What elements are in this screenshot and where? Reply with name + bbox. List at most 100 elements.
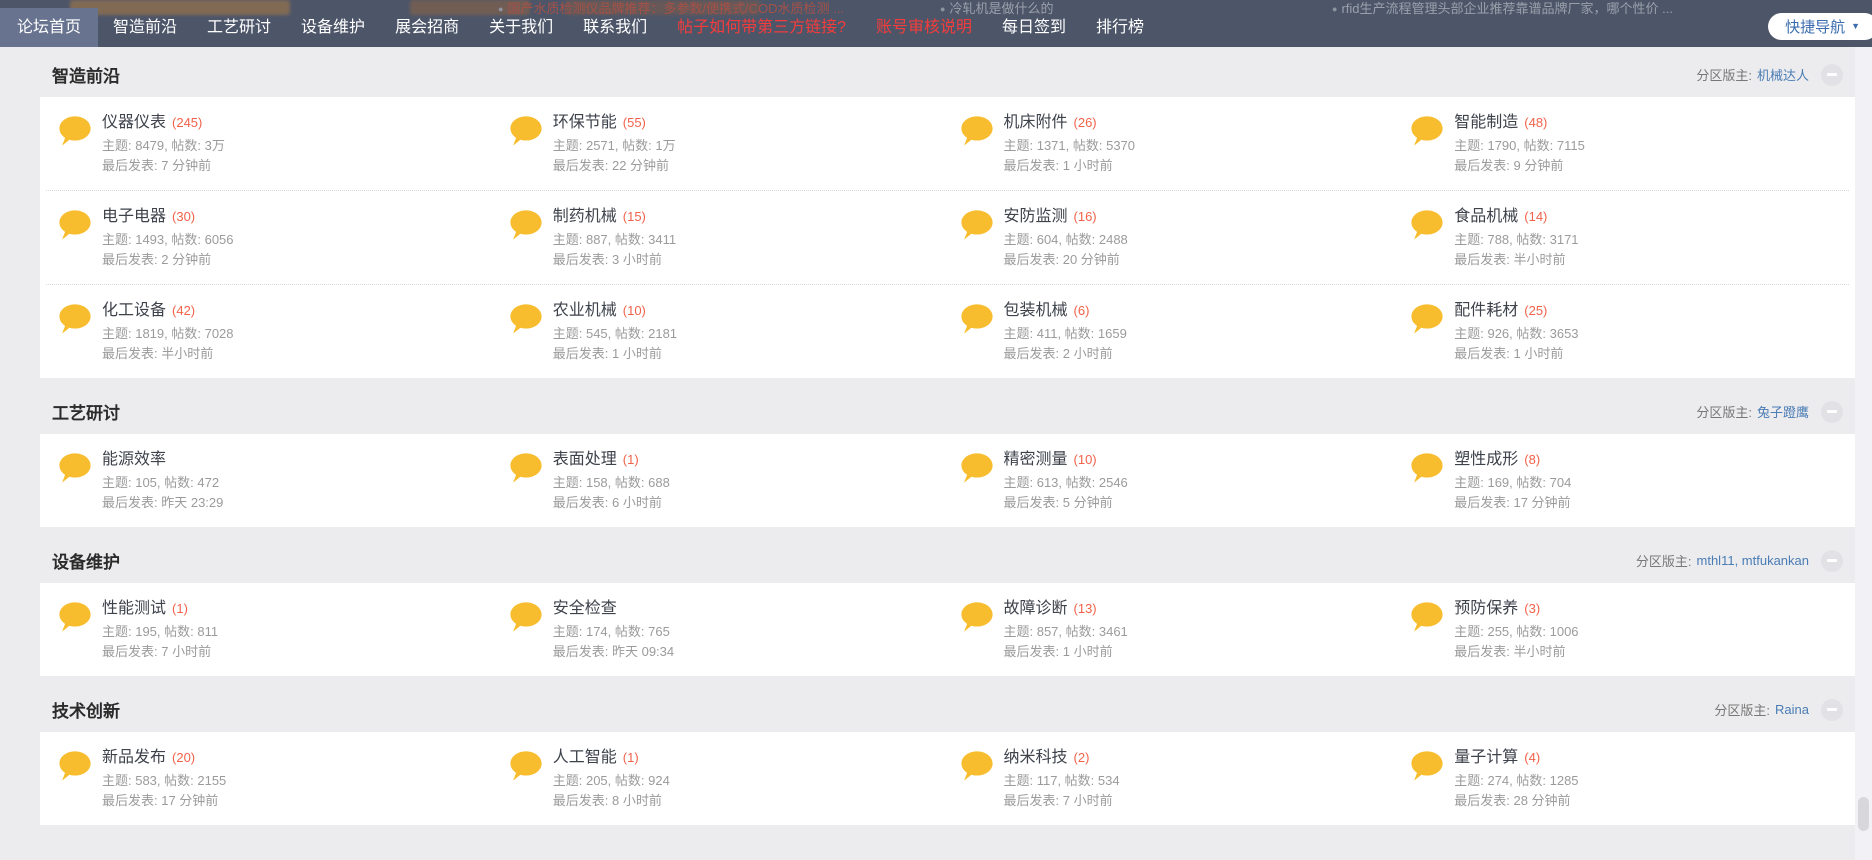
forum-item: 预防保养(3)主题: 255, 帖数: 1006最后发表: 半小时前: [1398, 598, 1849, 662]
section-title[interactable]: 工艺研讨: [52, 399, 120, 424]
forum-bubble-icon: [509, 600, 543, 636]
forum-item: 能源效率主题: 105, 帖数: 472最后发表: 昨天 23:29: [46, 449, 497, 513]
forum-link[interactable]: 配件耗材: [1454, 302, 1518, 319]
forum-new-count: (26): [1074, 115, 1097, 130]
forum-stats: 主题: 1790, 帖数: 7115: [1454, 136, 1585, 156]
forum-link[interactable]: 表面处理: [553, 451, 617, 468]
forum-link[interactable]: 智能制造: [1454, 114, 1518, 131]
forum-link[interactable]: 塑性成形: [1454, 451, 1518, 468]
forum-item: 性能测试(1)主题: 195, 帖数: 811最后发表: 7 小时前: [46, 598, 497, 662]
forum-last-post: 最后发表: 7 小时前: [102, 642, 218, 662]
forum-bubble-icon: [58, 208, 92, 244]
scrollbar-thumb[interactable]: [1858, 797, 1869, 831]
forum-link[interactable]: 人工智能: [553, 749, 617, 766]
forum-link[interactable]: 仪器仪表: [102, 114, 166, 131]
nav-item-6[interactable]: 联系我们: [568, 8, 662, 47]
forum-link[interactable]: 环保节能: [553, 114, 617, 131]
forum-stats: 主题: 1819, 帖数: 7028: [102, 324, 234, 344]
forum-link[interactable]: 安全检查: [553, 600, 617, 617]
forum-stats: 主题: 158, 帖数: 688: [553, 473, 670, 493]
collapse-section-button[interactable]: [1821, 64, 1843, 86]
forum-item: 化工设备(42)主题: 1819, 帖数: 7028最后发表: 半小时前: [46, 300, 497, 364]
forum-bubble-icon: [960, 451, 994, 487]
forum-new-count: (1): [623, 452, 639, 467]
section-title[interactable]: 智造前沿: [52, 62, 120, 87]
nav-item-8[interactable]: 账号审核说明: [861, 8, 987, 47]
nav-item-1[interactable]: 智造前沿: [98, 8, 192, 47]
forum-bubble-icon: [960, 208, 994, 244]
section-title[interactable]: 设备维护: [52, 548, 120, 573]
moderator-label: 分区版主:: [1714, 700, 1770, 719]
section-title[interactable]: 技术创新: [52, 697, 120, 722]
forum-stats: 主题: 583, 帖数: 2155: [102, 771, 226, 791]
forum-link[interactable]: 电子电器: [102, 208, 166, 225]
forum-link[interactable]: 化工设备: [102, 302, 166, 319]
forum-bubble-icon: [960, 302, 994, 338]
forum-section: 设备维护分区版主:mthl11, mtfukankan性能测试(1)主题: 19…: [40, 533, 1855, 676]
forum-link[interactable]: 机床附件: [1004, 114, 1068, 131]
forum-new-count: (245): [172, 115, 202, 130]
moderator-link[interactable]: 机械达人: [1757, 65, 1809, 84]
forum-link[interactable]: 故障诊断: [1004, 600, 1068, 617]
forum-new-count: (1): [623, 750, 639, 765]
forum-link[interactable]: 能源效率: [102, 451, 166, 468]
moderator-label: 分区版主:: [1696, 402, 1752, 421]
forum-last-post: 最后发表: 17 分钟前: [102, 791, 226, 811]
forum-link[interactable]: 农业机械: [553, 302, 617, 319]
collapse-section-button[interactable]: [1821, 699, 1843, 721]
nav-item-9[interactable]: 每日签到: [987, 8, 1081, 47]
moderator-link[interactable]: Raina: [1775, 702, 1809, 717]
forum-last-post: 最后发表: 半小时前: [1454, 642, 1578, 662]
forum-last-post: 最后发表: 半小时前: [1454, 250, 1578, 270]
forum-link[interactable]: 纳米科技: [1004, 749, 1068, 766]
forum-link[interactable]: 包装机械: [1004, 302, 1068, 319]
forum-link[interactable]: 性能测试: [102, 600, 166, 617]
forum-new-count: (8): [1524, 452, 1540, 467]
chevron-down-icon: ▼: [1851, 22, 1860, 31]
forum-last-post: 最后发表: 2 分钟前: [102, 250, 234, 270]
forum-new-count: (10): [623, 303, 646, 318]
minus-icon: [1827, 73, 1837, 76]
forum-bubble-icon: [58, 451, 92, 487]
forum-sections-container: 智造前沿分区版主:机械达人仪器仪表(245)主题: 8479, 帖数: 3万最后…: [40, 47, 1855, 825]
forum-last-post: 最后发表: 3 小时前: [553, 250, 676, 270]
forum-stats: 主题: 2571, 帖数: 1万: [553, 136, 676, 156]
forum-item: 新品发布(20)主题: 583, 帖数: 2155最后发表: 17 分钟前: [46, 747, 497, 811]
forum-link[interactable]: 预防保养: [1454, 600, 1518, 617]
forum-link[interactable]: 量子计算: [1454, 749, 1518, 766]
nav-item-2[interactable]: 工艺研讨: [192, 8, 286, 47]
forum-item: 环保节能(55)主题: 2571, 帖数: 1万最后发表: 22 分钟前: [497, 112, 948, 176]
nav-item-7[interactable]: 帖子如何带第三方链接?: [662, 8, 861, 47]
forum-bubble-icon: [1410, 600, 1444, 636]
forum-link[interactable]: 制药机械: [553, 208, 617, 225]
nav-item-0[interactable]: 论坛首页: [0, 8, 98, 47]
collapse-section-button[interactable]: [1821, 550, 1843, 572]
moderator-link[interactable]: mthl11, mtfukankan: [1697, 553, 1809, 568]
forum-link[interactable]: 安防监测: [1004, 208, 1068, 225]
forum-item: 制药机械(15)主题: 887, 帖数: 3411最后发表: 3 小时前: [497, 206, 948, 270]
forum-new-count: (55): [623, 115, 646, 130]
moderator-link[interactable]: 兔子蹬鹰: [1757, 402, 1809, 421]
forum-item: 纳米科技(2)主题: 117, 帖数: 534最后发表: 7 小时前: [948, 747, 1399, 811]
forum-bubble-icon: [58, 749, 92, 785]
top-nav-bar: ●国产水质检测仪品牌推荐：多参数/便携式/COD水质检测 ... ●冷轧机是做什…: [0, 0, 1872, 47]
forum-section: 智造前沿分区版主:机械达人仪器仪表(245)主题: 8479, 帖数: 3万最后…: [40, 47, 1855, 378]
forum-new-count: (6): [1074, 303, 1090, 318]
nav-item-10[interactable]: 排行榜: [1081, 8, 1159, 47]
forum-link[interactable]: 新品发布: [102, 749, 166, 766]
forum-bubble-icon: [1410, 114, 1444, 150]
quick-nav-button[interactable]: 快捷导航 ▼: [1768, 13, 1872, 40]
forum-link[interactable]: 食品机械: [1454, 208, 1518, 225]
forum-bubble-icon: [509, 749, 543, 785]
forum-last-post: 最后发表: 昨天 09:34: [553, 642, 674, 662]
nav-item-3[interactable]: 设备维护: [286, 8, 380, 47]
forum-new-count: (1): [172, 601, 188, 616]
section-moderators: 分区版主: Raina: [1714, 699, 1843, 721]
forum-last-post: 最后发表: 6 小时前: [553, 493, 670, 513]
forum-link[interactable]: 精密测量: [1004, 451, 1068, 468]
forum-last-post: 最后发表: 28 分钟前: [1454, 791, 1578, 811]
collapse-section-button[interactable]: [1821, 401, 1843, 423]
nav-item-5[interactable]: 关于我们: [474, 8, 568, 47]
forum-stats: 主题: 613, 帖数: 2546: [1004, 473, 1128, 493]
nav-item-4[interactable]: 展会招商: [380, 8, 474, 47]
